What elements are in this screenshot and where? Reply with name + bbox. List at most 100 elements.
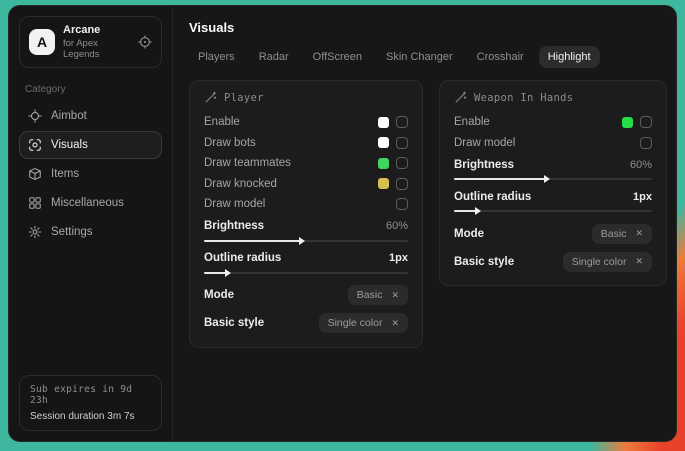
slider[interactable] [454,206,652,217]
setting-row-draw-model: Draw model [454,133,652,154]
sidebar-item-aimbot[interactable]: Aimbot [19,102,162,130]
row-controls [396,198,408,210]
tab-radar[interactable]: Radar [250,46,298,68]
color-swatch[interactable] [378,137,389,148]
checkbox[interactable] [396,116,408,128]
slider-row-brightness: Brightness60% [454,156,652,185]
sidebar-item-label: Visuals [51,139,88,151]
sidebar-item-settings[interactable]: Settings [19,218,162,246]
slider-value: 60% [386,220,408,232]
tag-label: Single color [328,317,383,329]
checkbox[interactable] [396,157,408,169]
slider-thumb[interactable] [299,237,305,245]
tab-players[interactable]: Players [189,46,244,68]
setting-label: Basic style [454,256,514,268]
setting-label: Outline radius [454,191,531,203]
panel-header: Player [204,91,408,104]
sidebar-spacer [19,247,162,375]
focus-icon [28,138,42,152]
wand-icon [454,91,467,104]
checkbox[interactable] [640,137,652,149]
app-card: A Arcane for Apex Legends [19,16,162,68]
checkbox[interactable] [640,116,652,128]
panel-player: Player Enable Draw bots Draw teammates Draw … [189,80,423,348]
app-logo: A [29,29,55,55]
close-icon[interactable]: ✕ [635,257,643,266]
setting-label: Draw bots [204,137,256,149]
tab-skin-changer[interactable]: Skin Changer [377,46,462,68]
slider-thumb[interactable] [544,175,550,183]
slider-thumb[interactable] [225,269,231,277]
setting-row-enable: Enable [454,112,652,133]
checkbox[interactable] [396,178,408,190]
slider[interactable] [454,174,652,185]
slider-row-outline-radius: Outline radius1px [204,250,408,279]
setting-label: Brightness [204,220,264,232]
setting-label: Draw model [454,137,515,149]
tab-crosshair[interactable]: Crosshair [468,46,533,68]
setting-row-enable: Enable [204,112,408,133]
sidebar-item-visuals[interactable]: Visuals [19,131,162,159]
row-controls [622,116,652,128]
main-content: Visuals Players Radar OffScreen Skin Change… [173,6,677,441]
setting-label: Draw teammates [204,157,291,169]
setting-row-draw-knocked: Draw knocked [204,174,408,195]
checkbox[interactable] [396,137,408,149]
close-icon[interactable]: ✕ [391,319,399,328]
slider-labels: Outline radius 1px [454,188,652,205]
sidebar-nav: Aimbot Visuals Items Miscellaneous Settings [19,101,162,247]
panels: Player Enable Draw bots Draw teammates Draw … [189,80,667,348]
setting-label: Outline radius [204,252,281,264]
close-icon[interactable]: ✕ [391,291,399,300]
slider-value: 60% [630,159,652,171]
row-controls [378,137,408,149]
page-title: Visuals [189,20,667,35]
wand-icon [204,91,217,104]
session-duration-text: Session duration 3m 7s [30,411,151,422]
setting-row-draw-teammates: Draw teammates [204,153,408,174]
category-label: Category [25,84,156,95]
target-icon[interactable] [138,35,152,49]
setting-label: Mode [204,289,234,301]
slider-row-outline-radius: Outline radius 1px [454,188,652,217]
color-swatch[interactable] [622,117,633,128]
grid-icon [28,196,42,210]
crosshair-icon [28,109,42,123]
checkbox[interactable] [396,198,408,210]
tag-label: Basic [357,289,383,301]
color-swatch[interactable] [378,158,389,169]
slider-fill [454,178,547,180]
tag-basic[interactable]: Basic ✕ [348,285,408,305]
slider-value: 1px [633,191,652,203]
slider[interactable] [204,236,408,247]
setting-label: Draw knocked [204,178,277,190]
sidebar-item-items[interactable]: Items [19,160,162,188]
setting-label: Enable [454,116,490,128]
sidebar-item-label: Miscellaneous [51,197,124,209]
sidebar-item-label: Items [51,168,79,180]
app-meta: Arcane for Apex Legends [63,24,130,60]
color-swatch[interactable] [378,178,389,189]
sidebar-item-miscellaneous[interactable]: Miscellaneous [19,189,162,217]
close-icon[interactable]: ✕ [635,229,643,238]
tag-basic[interactable]: Basic✕ [592,224,652,244]
cube-icon [28,167,42,181]
tag-row-mode: Mode Basic ✕ [204,284,408,307]
slider-labels: Brightness 60% [204,218,408,235]
setting-label: Basic style [204,317,264,329]
tab-highlight[interactable]: Highlight [539,46,600,68]
panel-title: Weapon In Hands [474,92,573,104]
slider-thumb[interactable] [475,207,481,215]
tab-offscreen[interactable]: OffScreen [304,46,371,68]
color-swatch[interactable] [378,117,389,128]
panel-title: Player [224,92,264,104]
setting-label: Draw model [204,198,265,210]
panel-weapon-in-hands: Weapon In Hands Enable Draw model Brightnes… [439,80,667,286]
sub-expiry-text: Sub expires in 9d 23h [30,384,151,406]
desktop-background: A Arcane for Apex Legends Category Aimbo… [0,0,685,451]
session-box: Sub expires in 9d 23h Session duration 3… [19,375,162,431]
slider-track [454,210,652,212]
tag-single-color[interactable]: Single color ✕ [319,313,408,333]
tag-single-color[interactable]: Single color✕ [563,252,652,272]
slider[interactable] [204,268,408,279]
